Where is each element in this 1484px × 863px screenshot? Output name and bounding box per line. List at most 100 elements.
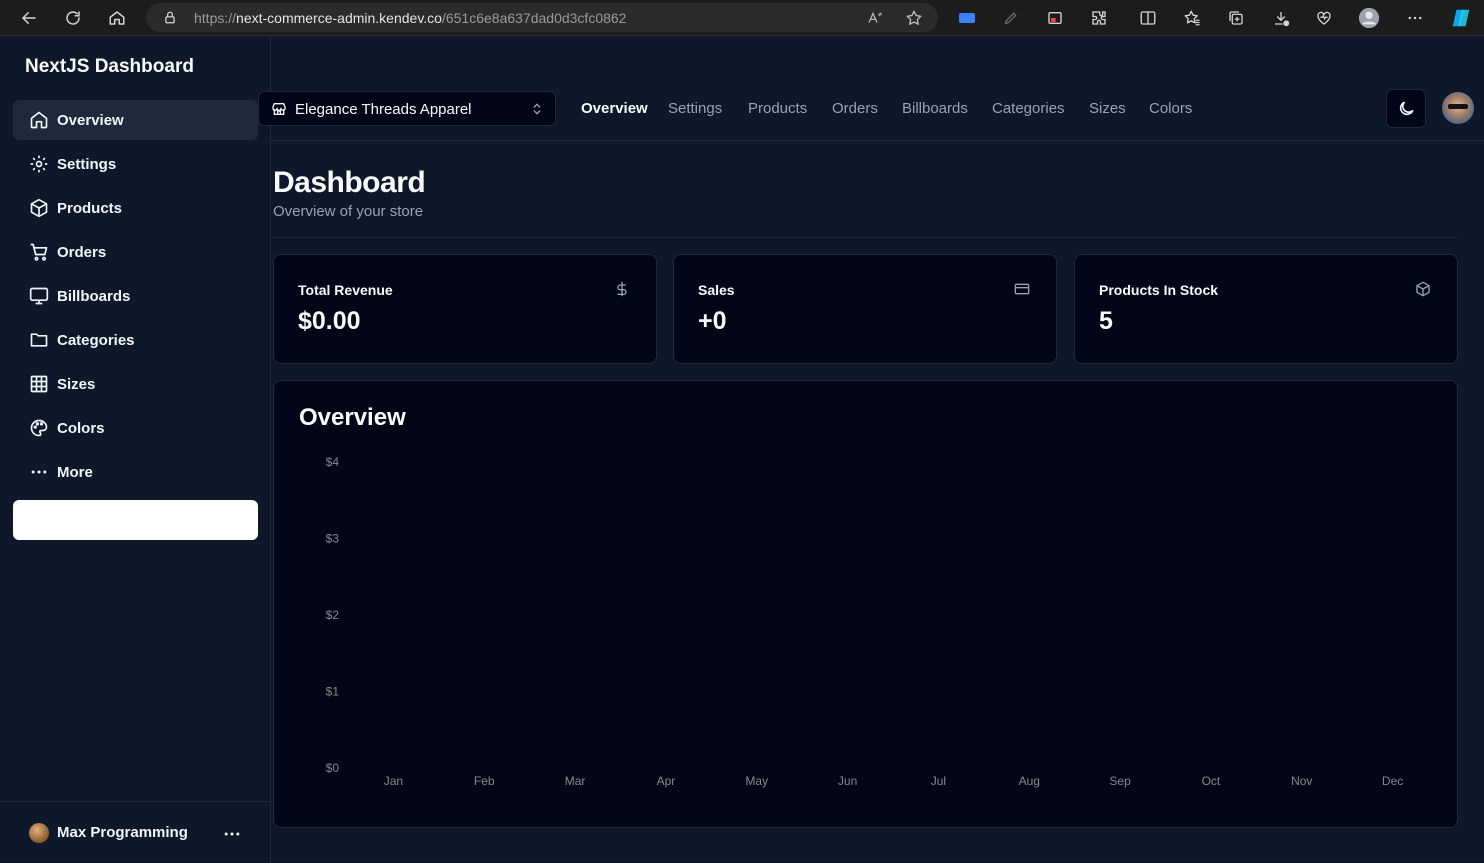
back-icon[interactable] <box>18 7 40 29</box>
sidebar-item-sizes[interactable]: Sizes <box>13 364 258 404</box>
reload-icon[interactable] <box>62 7 84 29</box>
card-value: 5 <box>1099 307 1113 335</box>
sidebar-item-billboards[interactable]: Billboards <box>13 276 258 316</box>
sidebar-item-label: Settings <box>57 156 117 173</box>
sidebar-item-label: Billboards <box>57 288 131 305</box>
x-tick-label: Dec <box>1382 774 1403 788</box>
performance-icon[interactable] <box>1313 7 1335 29</box>
y-tick-label: $1 <box>326 685 340 699</box>
sidebar-item-label: Products <box>57 200 123 217</box>
stat-card-stock: Products In Stock 5 <box>1074 254 1458 364</box>
lock-icon <box>163 10 177 30</box>
monitor-icon <box>29 286 49 306</box>
sidebar-item-label: Overview <box>57 112 124 129</box>
stat-card-sales: Sales +0 <box>673 254 1057 364</box>
card-title: Sales <box>698 282 735 298</box>
y-tick-label: $2 <box>326 608 340 622</box>
nav-link-orders[interactable]: Orders <box>832 100 878 117</box>
brand-title[interactable]: NextJS Dashboard <box>25 56 194 78</box>
nav-link-colors[interactable]: Colors <box>1149 100 1192 117</box>
top-navigation: Elegance Threads Apparel Overview Settin… <box>258 36 1484 141</box>
moon-icon <box>1399 101 1414 116</box>
nav-link-categories[interactable]: Categories <box>992 100 1065 117</box>
store-name: Elegance Threads Apparel <box>295 101 472 118</box>
screenshot-icon[interactable] <box>1044 7 1066 29</box>
avatar <box>29 823 49 843</box>
page-title: Dashboard <box>273 166 426 199</box>
sidebar-item-label: More <box>57 464 93 481</box>
sidebar-item-overview[interactable]: Overview <box>13 100 258 140</box>
palette-icon <box>29 418 49 438</box>
x-tick-label: Mar <box>565 774 586 788</box>
stat-card-revenue: Total Revenue $0.00 <box>273 254 657 364</box>
sidebar-item-products[interactable]: Products <box>13 188 258 228</box>
tweet-button[interactable]: Tweet <box>13 500 258 540</box>
browser-toolbar: https://next-commerce-admin.kendev.co/65… <box>0 0 1484 36</box>
read-aloud-icon[interactable] <box>864 7 886 29</box>
nav-link-overview[interactable]: Overview <box>581 100 648 117</box>
store-icon <box>271 101 287 117</box>
user-menu-dots-icon[interactable] <box>222 824 242 844</box>
nav-link-billboards[interactable]: Billboards <box>902 100 968 117</box>
extension-blue-icon[interactable] <box>956 7 978 29</box>
sidebar-item-label: Sizes <box>57 376 96 393</box>
y-tick-label: $4 <box>326 455 340 469</box>
dollar-icon <box>614 281 630 297</box>
sidebar-item-categories[interactable]: Categories <box>13 320 258 360</box>
x-tick-label: Jun <box>838 774 857 788</box>
downloads-icon[interactable] <box>1270 7 1292 29</box>
x-tick-label: Apr <box>657 774 676 788</box>
x-tick-label: Oct <box>1202 774 1221 788</box>
url-path: /651c6e8a637dad0d3cfc0862 <box>441 10 627 26</box>
sidebar-item-orders[interactable]: Orders <box>13 232 258 272</box>
profile-icon[interactable] <box>1358 7 1380 29</box>
cart-icon <box>29 242 49 262</box>
dots-icon <box>29 462 49 482</box>
x-tick-label: May <box>745 774 768 788</box>
split-screen-icon[interactable] <box>1137 7 1159 29</box>
user-name: Max Programming <box>57 824 188 841</box>
package-icon <box>1415 281 1431 297</box>
x-tick-label: Feb <box>474 774 495 788</box>
store-switcher[interactable]: Elegance Threads Apparel <box>258 91 556 126</box>
sidebar-item-label: Colors <box>57 420 105 437</box>
avatar-glasses <box>1448 104 1468 109</box>
sidebar-item-settings[interactable]: Settings <box>13 144 258 184</box>
grid-icon <box>29 374 49 394</box>
sidebar-item-label: Categories <box>57 332 135 349</box>
x-tick-label: Jul <box>931 774 946 788</box>
x-tick-label: Sep <box>1109 774 1131 788</box>
nav-link-settings[interactable]: Settings <box>668 100 722 117</box>
header-separator <box>273 237 1457 238</box>
nav-link-products[interactable]: Products <box>748 100 807 117</box>
x-tick-label: Aug <box>1019 774 1040 788</box>
page-subtitle: Overview of your store <box>273 203 424 220</box>
favorites-icon[interactable] <box>1181 7 1203 29</box>
url-host: next-commerce-admin.kendev.co <box>236 10 442 26</box>
favorite-star-icon[interactable] <box>903 7 925 29</box>
address-bar[interactable]: https://next-commerce-admin.kendev.co/65… <box>146 3 938 32</box>
overview-bar-chart: $0 $1 $2 $3 $4 Jan Feb Mar Apr May Jun Jul Aug Sep Oct… <box>326 455 1404 788</box>
collections-icon[interactable] <box>1225 7 1247 29</box>
sidebar-user-footer[interactable]: Max Programming <box>0 801 270 863</box>
folder-icon <box>29 330 49 350</box>
sidebar-item-more[interactable]: More <box>13 452 258 492</box>
pen-icon[interactable] <box>1000 7 1022 29</box>
user-avatar[interactable] <box>1442 92 1474 124</box>
card-value: +0 <box>698 307 727 335</box>
sidebar-item-colors[interactable]: Colors <box>13 408 258 448</box>
box-icon <box>29 198 49 218</box>
card-title: Total Revenue <box>298 282 393 298</box>
copilot-icon[interactable] <box>1450 7 1472 29</box>
theme-toggle-button[interactable] <box>1386 89 1426 128</box>
chevrons-up-down-icon <box>529 101 545 117</box>
home-browser-icon[interactable] <box>106 7 128 29</box>
url-scheme: https:// <box>194 10 237 26</box>
puzzle-icon[interactable] <box>1088 7 1110 29</box>
url-text: https://next-commerce-admin.kendev.co/65… <box>194 10 626 26</box>
page-header: Dashboard Overview of your store <box>273 166 426 220</box>
x-tick-label: Nov <box>1291 774 1312 788</box>
browser-menu-icon[interactable] <box>1404 7 1426 29</box>
nav-link-sizes[interactable]: Sizes <box>1089 100 1126 117</box>
credit-card-icon <box>1014 281 1030 297</box>
